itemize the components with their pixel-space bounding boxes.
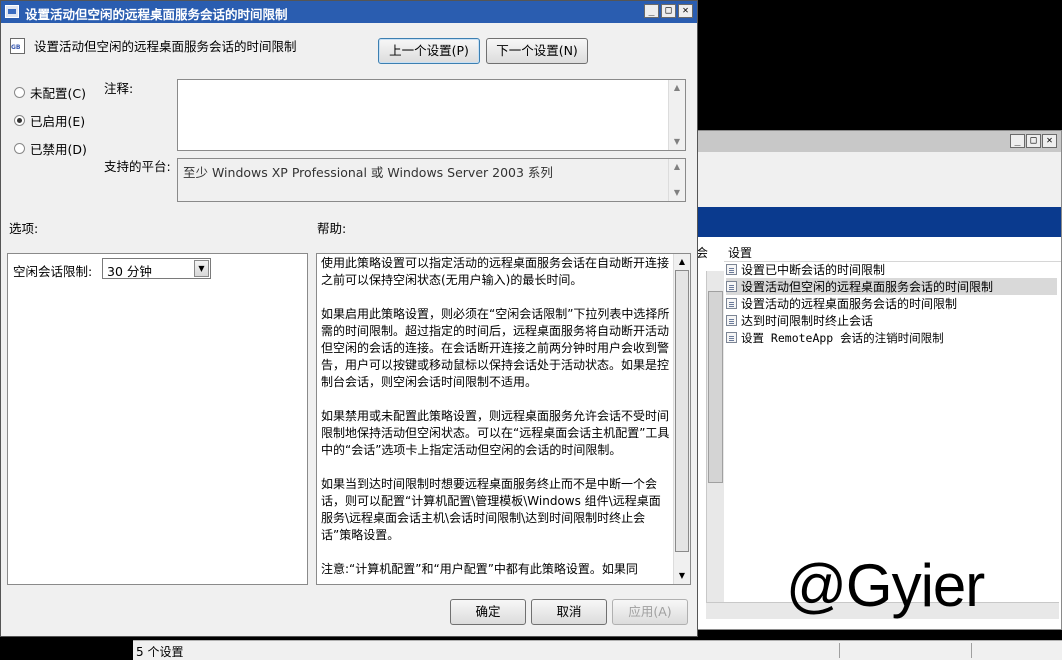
help-paragraph: 注意:“计算机配置”和“用户配置”中都有此策略设置。如果同 (321, 562, 638, 576)
help-scrollbar[interactable]: ▲ ▼ (673, 254, 690, 584)
platform-value: 至少 Windows XP Professional 或 Windows Ser… (183, 165, 553, 180)
status-bar: 5 个设置 (133, 640, 1062, 660)
radio-enabled[interactable]: 已启用(E) (14, 111, 85, 130)
policy-item[interactable]: 设置 RemoteApp 会话的注销时间限制 (726, 329, 1057, 346)
minimize-icon[interactable]: _ (1010, 134, 1025, 148)
radio-circle[interactable] (14, 87, 25, 98)
column-header-partial: 会 (696, 246, 709, 260)
radio-label: 未配置(C) (30, 86, 86, 101)
idle-limit-dropdown[interactable]: 30 分钟 ▼ (102, 258, 211, 279)
policy-item[interactable]: 设置活动的远程桌面服务会话的时间限制 (726, 295, 1057, 312)
platform-label: 支持的平台: (104, 159, 171, 174)
radio-label: 已禁用(D) (30, 142, 87, 157)
help-label: 帮助: (317, 221, 347, 236)
close-icon[interactable]: ✕ (678, 4, 693, 18)
platform-scrollbar[interactable]: ▲ ▼ (668, 159, 685, 201)
comment-label: 注释: (104, 81, 134, 96)
maximize-icon[interactable]: □ (661, 4, 676, 18)
radio-circle-selected[interactable] (14, 115, 25, 126)
toolbar-area (696, 152, 1061, 208)
dialog-title: 设置活动但空闲的远程桌面服务会话的时间限制 (25, 7, 288, 22)
status-separator (839, 643, 840, 658)
comment-textarea[interactable]: ▲ ▼ (177, 79, 686, 151)
platform-field: 至少 Windows XP Professional 或 Windows Ser… (177, 158, 686, 202)
policy-list: 设置已中断会话的时间限制 设置活动但空闲的远程桌面服务会话的时间限制 设置活动的… (726, 261, 1057, 346)
minimize-icon[interactable]: _ (644, 4, 659, 18)
background-window: _ □ ✕ 会 设置 设置已中断会话的时间限制 设置活动但空闲的远程桌面服务会话… (695, 130, 1062, 630)
policy-item[interactable]: 设置已中断会话的时间限制 (726, 261, 1057, 278)
comment-scrollbar[interactable]: ▲ ▼ (668, 80, 685, 150)
idle-limit-value: 30 分钟 (107, 264, 152, 279)
help-paragraph: 如果当到达时间限制时想要远程桌面服务终止而不是中断一个会话，则可以配置“计算机配… (321, 477, 661, 542)
status-text: 5 个设置 (136, 645, 184, 659)
window-icon (5, 5, 19, 18)
next-setting-button[interactable]: 下一个设置(N) (486, 38, 588, 64)
close-icon[interactable]: ✕ (1042, 134, 1057, 148)
maximize-icon[interactable]: □ (1026, 134, 1041, 148)
help-paragraph: 如果禁用或未配置此策略设置，则远程桌面服务允许会话不受时间限制地保持活动但空闲状… (321, 409, 670, 457)
chevron-down-icon[interactable]: ▼ (194, 260, 209, 277)
dialog-title-bar[interactable]: 设置活动但空闲的远程桌面服务会话的时间限制 _ □ ✕ (1, 1, 697, 23)
apply-button[interactable]: 应用(A) (612, 599, 688, 625)
idle-limit-label: 空闲会话限制: (13, 264, 93, 279)
background-title-bar: _ □ ✕ (696, 131, 1061, 152)
watermark-text: @Gyier (786, 552, 985, 619)
help-panel: 使用此策略设置可以指定活动的远程桌面服务会话在自动断开连接之前可以保持空闲状态(… (316, 253, 691, 585)
policy-icon (726, 315, 737, 326)
options-panel: 空闲会话限制: (7, 253, 308, 585)
policy-icon (726, 264, 737, 275)
options-label: 选项: (9, 221, 39, 236)
policy-label: 设置活动的远程桌面服务会话的时间限制 (741, 297, 958, 311)
policy-setting-icon (10, 38, 25, 54)
policy-icon (726, 332, 737, 343)
policy-icon (726, 281, 737, 292)
status-separator (971, 643, 972, 658)
help-paragraph: 使用此策略设置可以指定活动的远程桌面服务会话在自动断开连接之前可以保持空闲状态(… (321, 256, 670, 287)
help-paragraph: 如果启用此策略设置，则必须在“空闲会话限制”下拉列表中选择所需的时间限制。超过指… (321, 307, 670, 389)
policy-icon (726, 298, 737, 309)
previous-setting-button[interactable]: 上一个设置(P) (378, 38, 480, 64)
vertical-scrollbar[interactable] (706, 271, 724, 616)
policy-label: 设置 RemoteApp 会话的注销时间限制 (741, 330, 944, 345)
policy-label: 设置已中断会话的时间限制 (741, 263, 886, 277)
header-banner (696, 207, 1061, 237)
radio-not-configured[interactable]: 未配置(C) (14, 83, 86, 102)
policy-label: 达到时间限制时终止会话 (741, 314, 874, 328)
scroll-thumb[interactable] (708, 291, 723, 483)
policy-item-selected[interactable]: 设置活动但空闲的远程桌面服务会话的时间限制 (726, 278, 1057, 295)
setting-header: 设置活动但空闲的远程桌面服务会话的时间限制 (34, 39, 297, 54)
column-header-setting[interactable]: 设置 (724, 245, 1061, 262)
ok-button[interactable]: 确定 (450, 599, 526, 625)
policy-label: 设置活动但空闲的远程桌面服务会话的时间限制 (741, 280, 994, 294)
help-text: 使用此策略设置可以指定活动的远程桌面服务会话在自动断开连接之前可以保持空闲状态(… (321, 255, 670, 584)
radio-disabled[interactable]: 已禁用(D) (14, 139, 87, 158)
help-scroll-thumb[interactable] (675, 270, 689, 552)
radio-circle[interactable] (14, 143, 25, 154)
radio-label: 已启用(E) (30, 114, 86, 129)
policy-dialog: 设置活动但空闲的远程桌面服务会话的时间限制 _ □ ✕ 设置活动但空闲的远程桌面… (0, 0, 698, 637)
policy-item[interactable]: 达到时间限制时终止会话 (726, 312, 1057, 329)
cancel-button[interactable]: 取消 (531, 599, 607, 625)
